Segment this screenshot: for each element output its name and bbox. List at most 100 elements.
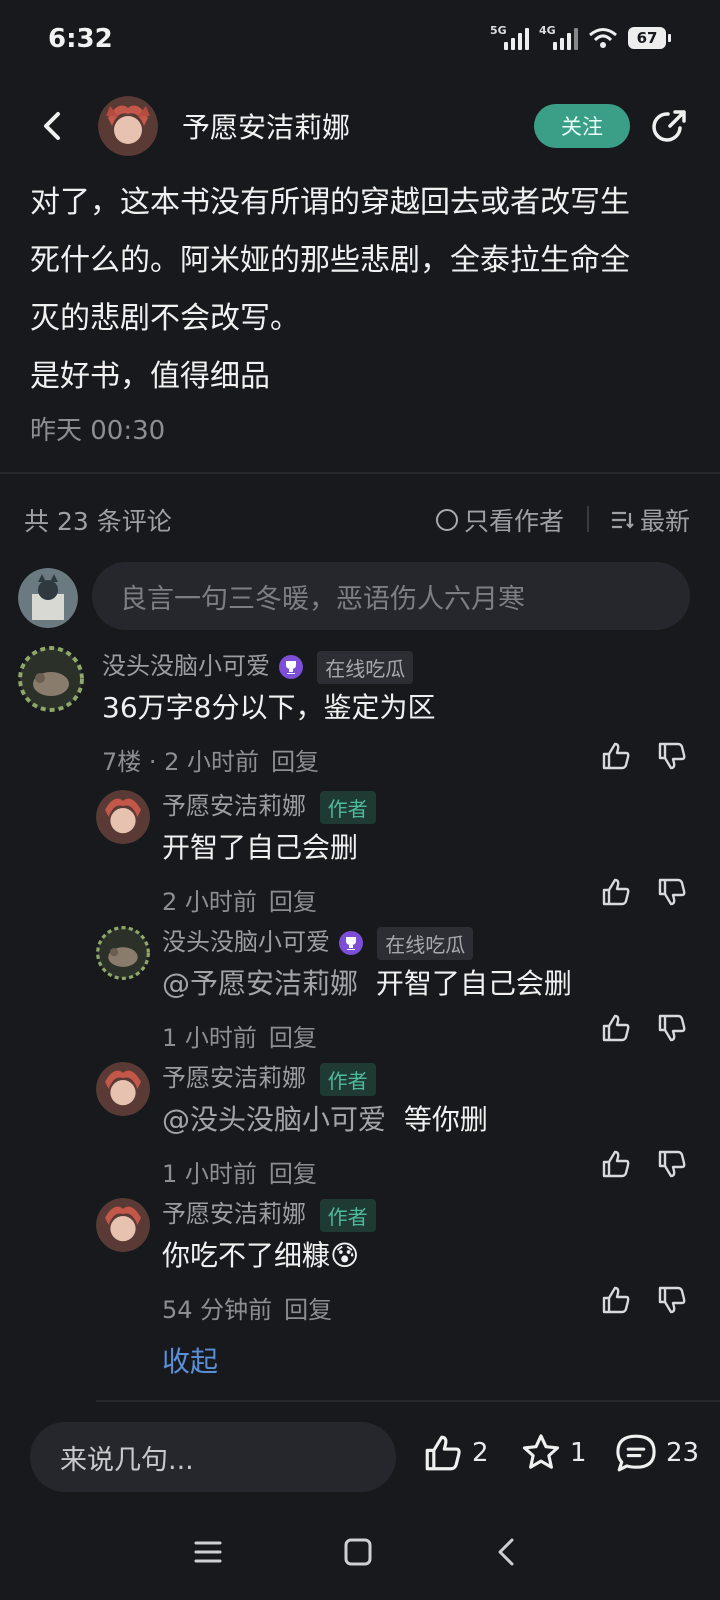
comment-body: 开智了自己会删 — [375, 967, 572, 1000]
post-line: 灭的悲剧不会改写。 — [30, 301, 300, 336]
user-avatar[interactable] — [18, 568, 78, 628]
comment-text: @予愿安洁莉娜 开智了自己会删 — [162, 962, 572, 1002]
comment-time: 7楼 · 2 小时前 — [102, 748, 260, 776]
comment-count: 共 23 条评论 — [24, 507, 172, 536]
comment-meta: 7楼 · 2 小时前 回复 — [102, 742, 319, 777]
collapse-replies-button[interactable]: 收起 — [162, 1340, 218, 1380]
mention-link[interactable]: @予愿安洁莉娜 — [162, 967, 358, 1000]
signal-5g-icon: 5G — [490, 24, 529, 50]
commenter-avatar[interactable] — [18, 646, 84, 712]
author-tag: 作者 — [319, 1198, 376, 1232]
signal-4g-label: 4G — [539, 24, 556, 37]
author-name[interactable]: 予愿安洁莉娜 — [182, 106, 350, 146]
comment-body: 等你删 — [403, 1103, 488, 1136]
signal-5g-label: 5G — [490, 24, 507, 37]
commenter-avatar[interactable] — [96, 1198, 150, 1252]
commenter-name-text: 予愿安洁莉娜 — [162, 1064, 306, 1092]
comment-time: 1 小时前 — [162, 1024, 257, 1052]
nav-back-icon[interactable] — [490, 1534, 526, 1570]
like-icon[interactable] — [600, 876, 632, 908]
back-icon[interactable] — [34, 106, 74, 146]
comment-text: 36万字8分以下，鉴定为区 — [102, 691, 436, 724]
dislike-icon[interactable] — [656, 876, 688, 908]
dislike-icon[interactable] — [656, 1284, 688, 1316]
like-icon[interactable] — [600, 1284, 632, 1316]
status-time: 6:32 — [48, 24, 113, 54]
trophy-icon — [338, 931, 363, 955]
share-icon[interactable] — [650, 106, 690, 146]
bottom-action-bar: 来说几句... 2 1 23 — [0, 1422, 720, 1494]
reply-item: 予愿安洁莉娜 作者 你吃不了细糠😰 54 分钟前 回复 — [0, 1194, 720, 1324]
user-tag: 在线吃瓜 — [377, 926, 474, 960]
comment-button[interactable]: 23 — [614, 1432, 699, 1474]
reply-button[interactable]: 回复 — [284, 1296, 332, 1324]
comment-time: 1 小时前 — [162, 1160, 257, 1188]
comment-item: 没头没脑小可爱 在线吃瓜 36万字8分以下，鉴定为区 7楼 · 2 小时前 回复 — [0, 646, 720, 776]
sort-icon — [612, 511, 634, 529]
reply-item: 没头没脑小可爱 在线吃瓜 @予愿安洁莉娜 开智了自己会删 1 小时前 回复 — [0, 922, 720, 1052]
commenter-avatar[interactable] — [96, 926, 150, 980]
post-line: 对了，这本书没有所谓的穿越回去或者改写生 — [30, 185, 630, 220]
like-count: 2 — [472, 1438, 489, 1468]
comment-text: 开智了自己会删 — [162, 831, 359, 864]
author-tag: 作者 — [319, 1062, 376, 1096]
post-time: 昨天 00:30 — [30, 416, 166, 446]
wifi-icon — [589, 28, 617, 48]
battery-level: 67 — [636, 29, 658, 47]
comment-text: @没头没脑小可爱 等你删 — [162, 1098, 488, 1138]
separator — [587, 506, 589, 532]
commenter-name-text: 没头没脑小可爱 — [102, 652, 270, 680]
post-body: 对了，这本书没有所谓的穿越回去或者改写生 死什么的。阿米娅的那些悲剧，全泰拉生命… — [30, 174, 700, 406]
user-tag: 在线吃瓜 — [317, 650, 414, 684]
commenter-avatar[interactable] — [96, 1062, 150, 1116]
author-only-label: 只看作者 — [464, 507, 565, 536]
home-icon[interactable] — [340, 1534, 376, 1570]
radio-icon — [436, 509, 458, 531]
comment-input[interactable]: 良言一句三冬暖，恶语伤人六月寒 — [92, 562, 690, 630]
follow-button[interactable]: 关注 — [534, 104, 630, 148]
mention-link[interactable]: @没头没脑小可爱 — [162, 1103, 386, 1136]
commenter-name[interactable]: 没头没脑小可爱 在线吃瓜 — [162, 922, 474, 960]
comments-bar: 共 23 条评论 只看作者 最新 — [0, 500, 720, 540]
reply-item: 予愿安洁莉娜 作者 @没头没脑小可爱 等你删 1 小时前 回复 — [0, 1058, 720, 1188]
like-icon[interactable] — [600, 1012, 632, 1044]
author-only-toggle[interactable]: 只看作者 — [436, 502, 564, 538]
like-button[interactable]: 2 — [422, 1432, 489, 1474]
star-icon — [522, 1434, 560, 1469]
comment-meta: 54 分钟前 回复 — [162, 1290, 332, 1325]
say-something-input[interactable]: 来说几句... — [30, 1422, 396, 1492]
author-avatar[interactable] — [98, 96, 158, 156]
comment-time: 54 分钟前 — [162, 1296, 273, 1324]
menu-icon[interactable] — [190, 1534, 226, 1570]
dislike-icon[interactable] — [656, 1012, 688, 1044]
commenter-name[interactable]: 予愿安洁莉娜 作者 — [162, 786, 376, 824]
commenter-name-text: 予愿安洁莉娜 — [162, 1200, 306, 1228]
reply-button[interactable]: 回复 — [269, 888, 317, 916]
reply-button[interactable]: 回复 — [269, 1024, 317, 1052]
system-nav-bar — [0, 1528, 720, 1578]
commenter-name-text: 予愿安洁莉娜 — [162, 792, 306, 820]
commenter-name[interactable]: 予愿安洁莉娜 作者 — [162, 1194, 376, 1232]
dislike-icon[interactable] — [656, 740, 688, 772]
comment-input-row: 良言一句三冬暖，恶语伤人六月寒 — [0, 562, 720, 632]
like-icon[interactable] — [600, 740, 632, 772]
comment-icon — [616, 1434, 656, 1472]
signal-4g-icon: 4G — [539, 24, 578, 50]
comment-text: 你吃不了细糠😰 — [162, 1239, 360, 1272]
comment-count-bottom: 23 — [666, 1438, 700, 1468]
like-icon[interactable] — [600, 1148, 632, 1180]
dislike-icon[interactable] — [656, 1148, 688, 1180]
sort-latest-label: 最新 — [640, 507, 691, 536]
reply-button[interactable]: 回复 — [271, 748, 319, 776]
comment-time: 2 小时前 — [162, 888, 257, 916]
commenter-avatar[interactable] — [96, 790, 150, 844]
comment-meta: 2 小时前 回复 — [162, 882, 317, 917]
commenter-name[interactable]: 没头没脑小可爱 在线吃瓜 — [102, 646, 414, 684]
sort-latest[interactable]: 最新 — [610, 502, 690, 538]
favorite-button[interactable]: 1 — [520, 1432, 587, 1474]
post-line: 死什么的。阿米娅的那些悲剧，全泰拉生命全 — [30, 243, 630, 278]
reply-button[interactable]: 回复 — [269, 1160, 317, 1188]
comment-meta: 1 小时前 回复 — [162, 1154, 317, 1189]
comment-meta: 1 小时前 回复 — [162, 1018, 317, 1053]
commenter-name[interactable]: 予愿安洁莉娜 作者 — [162, 1058, 376, 1096]
